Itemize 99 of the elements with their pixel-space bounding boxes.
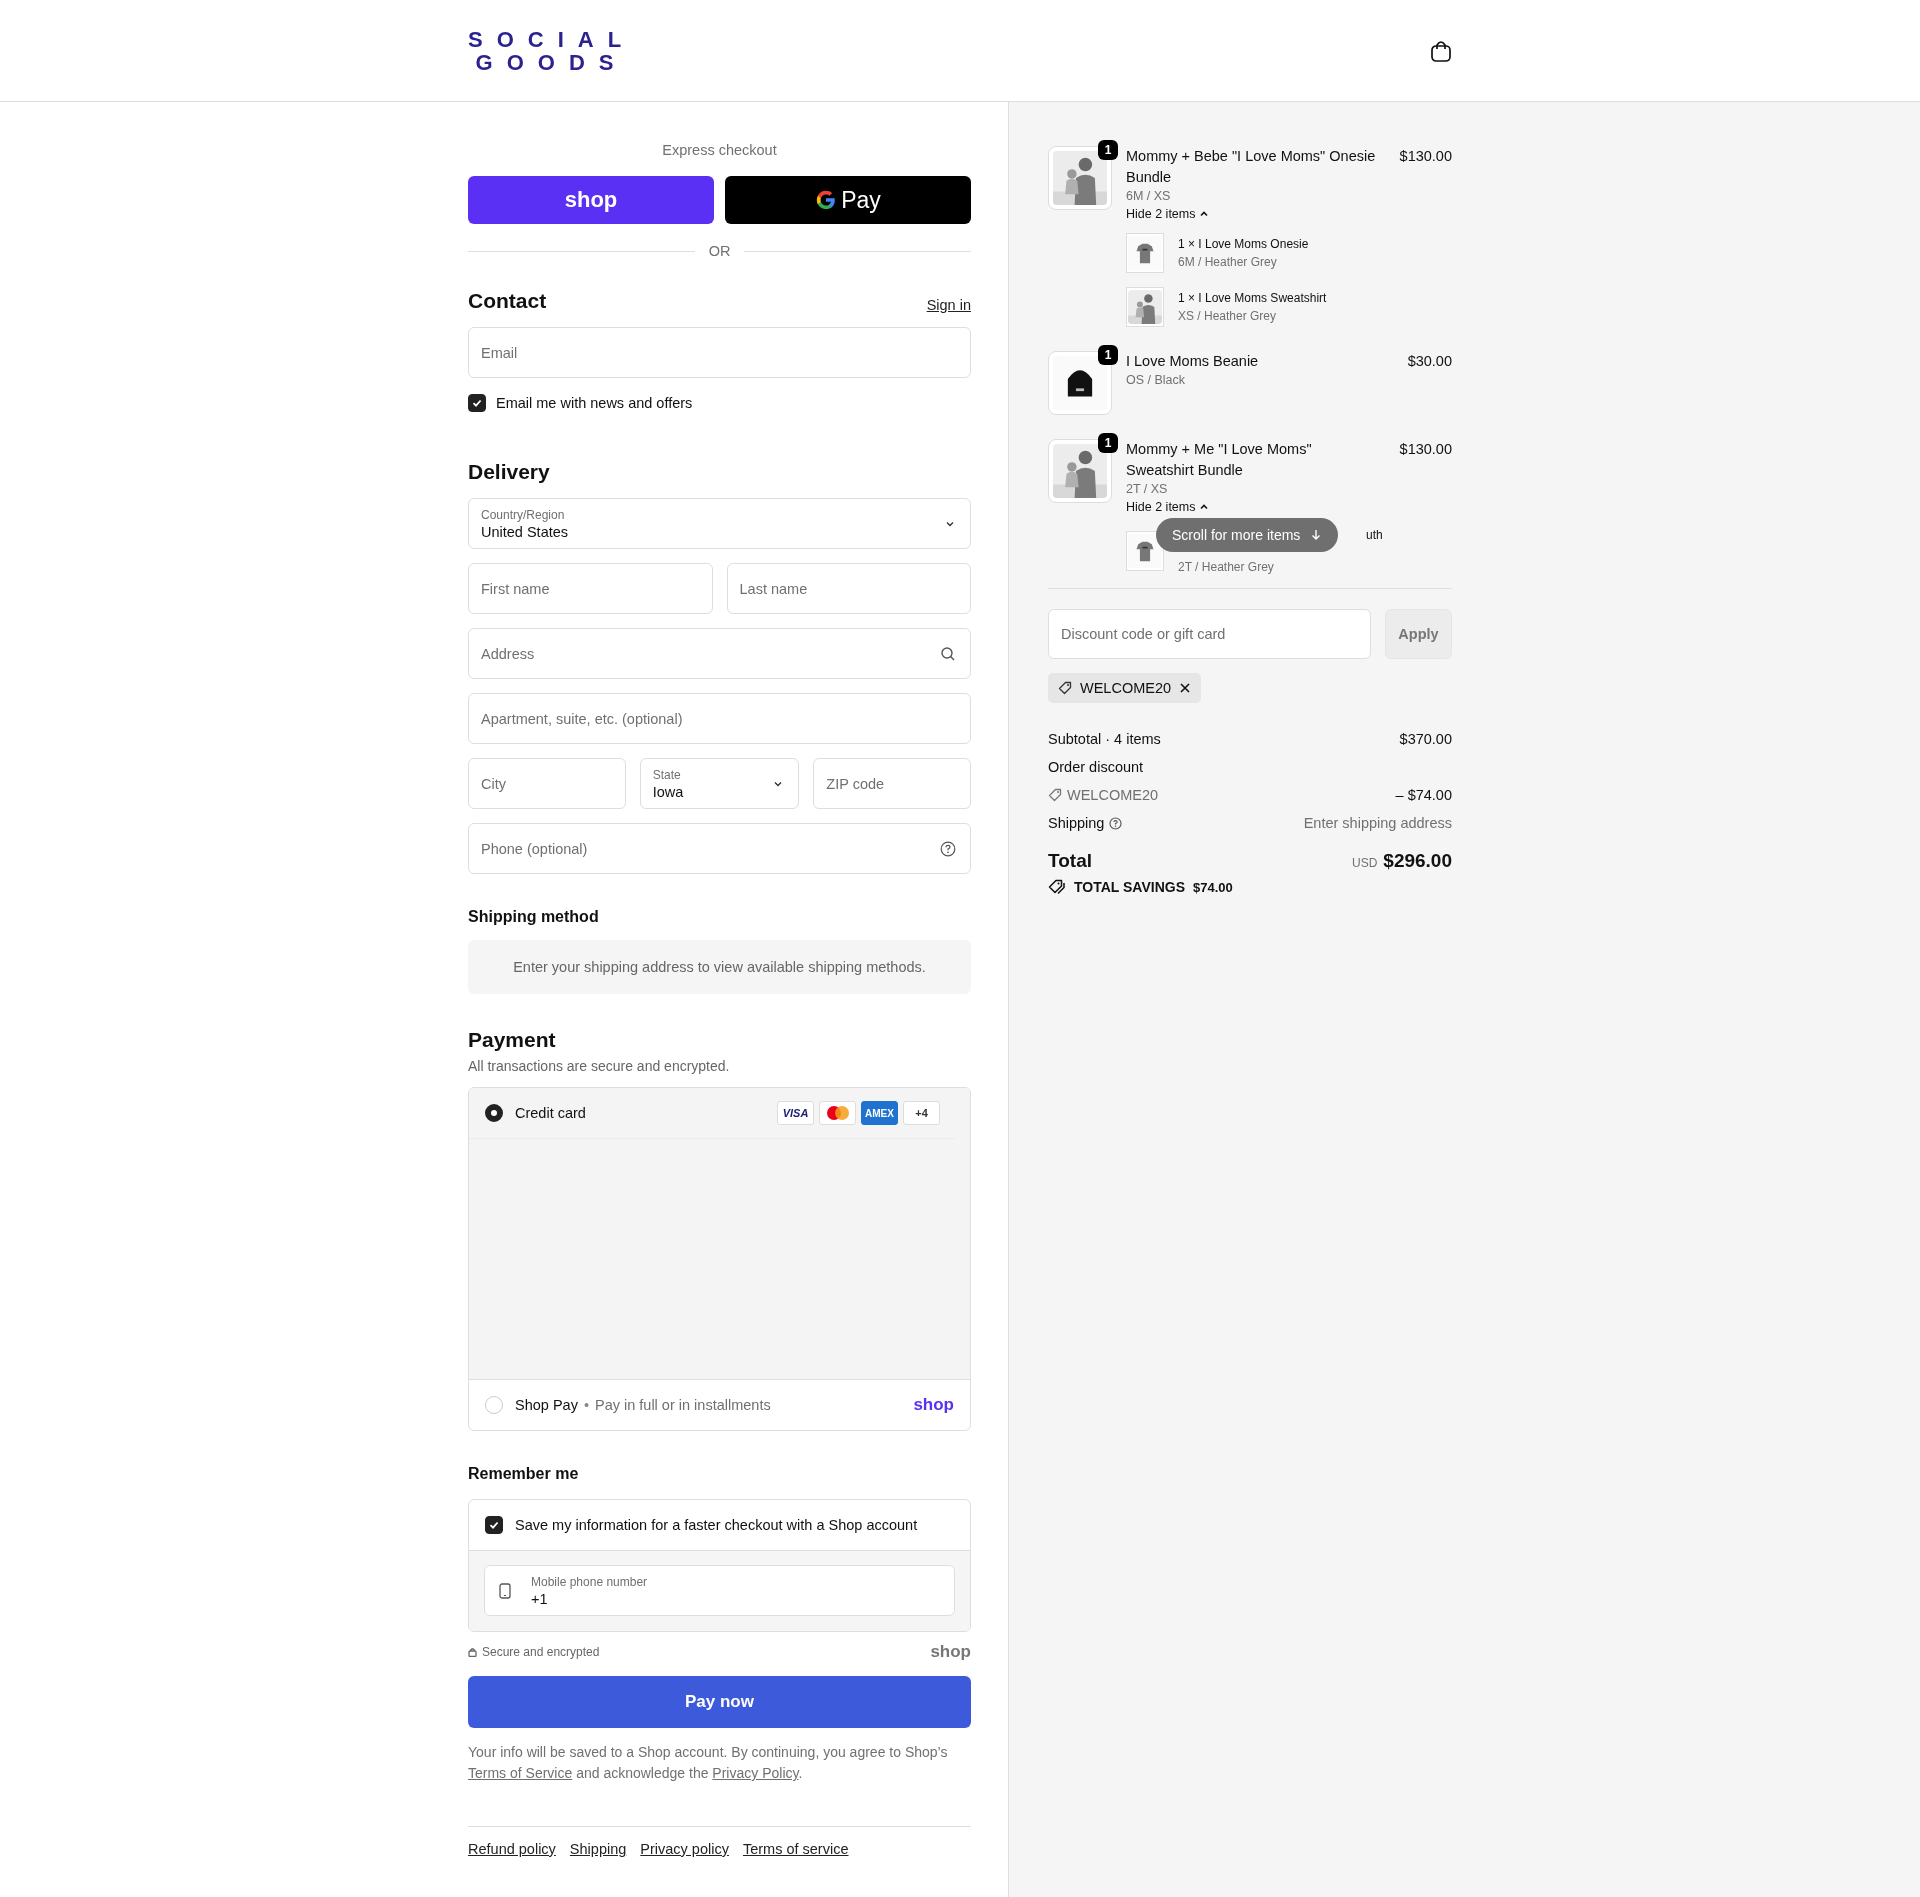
total-label: Total: [1048, 850, 1092, 872]
chevron-icon: [1199, 209, 1210, 219]
apply-button[interactable]: Apply: [1385, 609, 1452, 659]
product-price: $130.00: [1399, 147, 1452, 166]
shipping-notice: Enter your shipping address to view available shipping methods.: [468, 940, 971, 994]
express-checkout-label: Express checkout: [661, 142, 778, 158]
select-field[interactable]: State Iowa: [639, 758, 800, 809]
select-field[interactable]: Country/Region United States: [468, 498, 971, 549]
section-heading: Payment: [468, 1028, 557, 1052]
discount-code-field[interactable]: Discount code or gift card: [1048, 609, 1371, 659]
close-icon[interactable]: [1179, 682, 1192, 694]
product-variant: 6M / XS: [1126, 189, 1172, 203]
product-price: $130.00: [1399, 440, 1452, 459]
footer-link[interactable]: Privacy policy: [640, 1841, 729, 1857]
product-title: Mommy + Me "I Love Moms" Sweatshirt Bundle: [1126, 440, 1313, 480]
logo[interactable]: SOCIAL GOODS: [468, 27, 622, 74]
total-savings-label: TOTAL SAVINGS: [1074, 879, 1185, 895]
help-icon[interactable]: [940, 840, 956, 857]
product-price: $30.00: [1407, 352, 1452, 371]
sign-in-link[interactable]: Sign in: [926, 297, 971, 313]
product-title: Mommy + Bebe "I Love Moms" Onesie Bundle: [1126, 147, 1377, 187]
footer-link[interactable]: Terms of service: [742, 1841, 849, 1857]
product-variant: 2T / XS: [1126, 482, 1169, 496]
google-g-icon: [815, 189, 838, 211]
amex-card-icon: AMEX: [861, 1101, 898, 1125]
shipping-label: Shipping: [1048, 815, 1105, 831]
address-field[interactable]: Address: [468, 628, 971, 679]
footer-link[interactable]: Refund policy: [468, 1841, 556, 1857]
payment-option-label: Shop Pay: [515, 1397, 578, 1413]
input-field[interactable]: Apartment, suite, etc. (optional): [468, 693, 971, 744]
quantity-badge: 1: [1098, 140, 1118, 160]
pay-now-button[interactable]: Pay now: [468, 1676, 971, 1728]
input-field[interactable]: ZIP code: [813, 758, 971, 809]
payment-option-note: Pay in full or in installments: [594, 1397, 771, 1413]
visa-card-icon: VISA: [777, 1101, 814, 1125]
separator-dot: •: [583, 1397, 589, 1413]
phone-field[interactable]: Phone (optional): [468, 823, 971, 874]
subtotal-value: $370.00: [1399, 731, 1452, 747]
quantity-badge: 1: [1098, 433, 1118, 453]
bundle-item-title: 1 × I Love Moms Sweatshirt: [1178, 290, 1327, 307]
shop-logo: shop: [913, 1395, 954, 1415]
mobile-phone-icon: [499, 1582, 511, 1599]
order-discount-label: Order discount: [1048, 759, 1144, 775]
shipping-value: Enter shipping address: [1303, 815, 1452, 831]
payment-subtitle: All transactions are secure and encrypted.: [468, 1058, 731, 1074]
shop-pay-button[interactable]: shop: [468, 176, 714, 224]
arrow-down-icon: [1310, 529, 1323, 541]
or-divider-label: OR: [708, 243, 731, 259]
checkbox-label: Save my information for a faster checkout with a Shop account: [515, 1517, 918, 1533]
chevron-icon: [1199, 502, 1210, 512]
hide-items-toggle[interactable]: Hide 2 items: [1126, 500, 1210, 514]
bundle-item-variant: 6M / Heather Grey: [1178, 254, 1277, 271]
bundle-item-title: 1 × I Love Moms Onesie: [1178, 236, 1309, 253]
legal-link[interactable]: Terms of Service: [468, 1765, 573, 1781]
shop-logo: shop: [930, 1642, 971, 1662]
section-heading: Shipping method: [468, 908, 600, 926]
checkbox[interactable]: [485, 1516, 503, 1534]
tag-icon: [1048, 788, 1062, 802]
input-field[interactable]: City: [468, 758, 626, 809]
bundle-item-variant: 2T / Heather Grey: [1178, 559, 1274, 576]
input-field[interactable]: First name: [468, 563, 713, 614]
discount-code-label: WELCOME20: [1067, 787, 1159, 803]
total-savings-value: $74.00: [1193, 879, 1233, 895]
bundle-item-title: uth: [1366, 527, 1383, 544]
tags-icon: [1048, 879, 1066, 895]
section-heading: Contact: [468, 289, 547, 313]
scroll-hint-button[interactable]: Scroll for more items: [1156, 518, 1339, 552]
tag-icon: [1058, 681, 1072, 695]
search-icon: [940, 645, 956, 662]
email-field[interactable]: Email: [468, 327, 971, 378]
lock-icon: [468, 1647, 477, 1657]
shopping-bag-icon[interactable]: [1430, 38, 1452, 63]
hide-items-toggle[interactable]: Hide 2 items: [1126, 207, 1210, 221]
product-variant: OS / Black: [1126, 373, 1187, 387]
quantity-badge: 1: [1098, 345, 1118, 365]
input-field[interactable]: Last name: [726, 563, 971, 614]
legal-text: Your info will be saved to a Shop account. By continuing, you agree to Shop’s Terms of Service and acknowledge the Privacy Policy.: [468, 1743, 949, 1783]
discount-tag: WELCOME20: [1048, 673, 1202, 703]
mobile-phone-field[interactable]: Mobile phone number +1: [484, 1565, 955, 1616]
product-title: I Love Moms Beanie: [1126, 352, 1259, 371]
secure-label: Secure and encrypted: [482, 1645, 600, 1659]
checkmark-icon: [488, 1519, 500, 1531]
more-cards-badge: +4: [903, 1101, 940, 1125]
discount-value: – $74.00: [1395, 787, 1452, 803]
payment-option-label: Credit card: [515, 1105, 586, 1121]
radio-button[interactable]: [485, 1104, 503, 1122]
total-value: $296.00: [1383, 850, 1452, 872]
footer-link[interactable]: Shipping: [569, 1841, 627, 1857]
checkbox-label: Email me with news and offers: [496, 395, 693, 411]
google-pay-button[interactable]: Pay: [725, 176, 971, 224]
help-icon[interactable]: [1109, 816, 1123, 830]
currency-label: USD: [1351, 856, 1378, 870]
checkbox[interactable]: [468, 394, 486, 412]
checkmark-icon: [471, 397, 483, 409]
subtotal-label: Subtotal · 4 items: [1048, 731, 1161, 747]
section-heading: Remember me: [468, 1465, 580, 1483]
bundle-item-variant: XS / Heather Grey: [1178, 308, 1277, 325]
mastercard-icon: [819, 1101, 856, 1125]
section-heading: Delivery: [468, 460, 551, 484]
